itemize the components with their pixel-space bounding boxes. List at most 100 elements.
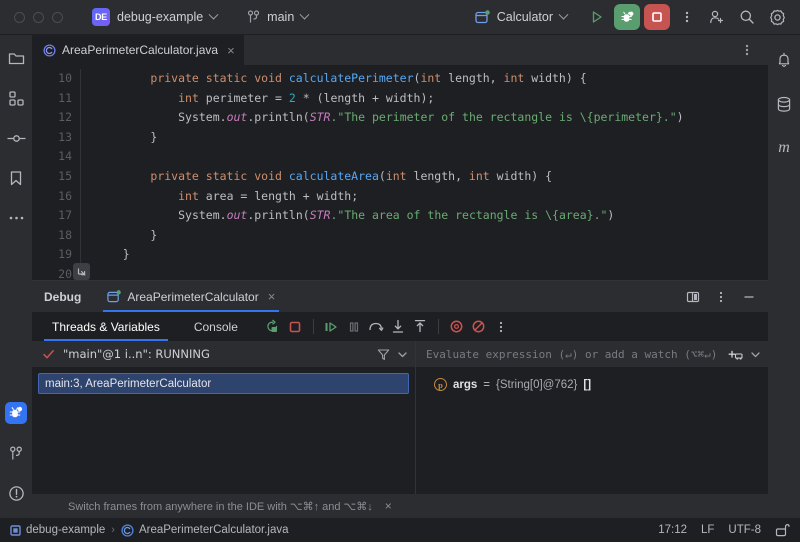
sidebar-item-structure[interactable] <box>5 87 27 109</box>
tab-threads-and-variables[interactable]: Threads & Variables <box>44 312 168 341</box>
breadcrumb-module[interactable]: debug-example <box>10 524 105 536</box>
stop-button[interactable] <box>644 4 670 30</box>
settings-icon[interactable] <box>764 4 790 30</box>
chevron-down-icon[interactable] <box>749 348 762 361</box>
maven-icon[interactable]: m <box>773 137 795 159</box>
step-over-button[interactable] <box>365 316 387 338</box>
debug-stop-button[interactable] <box>284 316 306 338</box>
frames-pane-actions <box>377 348 409 361</box>
frames-pane: "main"@1 i..n": RUNNING <box>32 341 416 494</box>
sidebar-item-problems[interactable] <box>5 482 27 504</box>
more-options-button[interactable] <box>674 4 700 30</box>
status-bar: debug-example › AreaPerimeterCalculator.… <box>0 518 800 542</box>
minimize-window-button[interactable] <box>33 12 44 23</box>
search-icon[interactable] <box>734 4 760 30</box>
run-button[interactable] <box>584 4 610 30</box>
close-icon[interactable]: × <box>227 44 235 57</box>
run-config-icon <box>107 290 121 304</box>
list-item[interactable]: p args = {String[0]@762} [] <box>416 373 768 391</box>
filter-icon[interactable] <box>377 348 390 361</box>
code-area: 101112131415161718192021 private static … <box>32 65 768 280</box>
branch-selector[interactable]: main <box>240 7 315 27</box>
frame-label: main:3, AreaPerimeterCalculator <box>45 378 211 390</box>
debug-toolbar: Threads & Variables Console <box>32 312 768 341</box>
step-into-button[interactable] <box>387 316 409 338</box>
add-user-icon[interactable] <box>704 4 730 30</box>
clock-time: 17:12 <box>658 524 687 536</box>
breadcrumb-module-label: debug-example <box>26 524 105 536</box>
unlocked-icon[interactable] <box>775 523 790 537</box>
breadcrumb-file-label: AreaPerimeterCalculator.java <box>139 524 289 536</box>
editor-tab-bar: AreaPerimeterCalculator.java × <box>32 35 768 65</box>
chevron-down-icon[interactable] <box>396 348 409 361</box>
line-number: 18 <box>32 226 72 246</box>
variable-extra: [] <box>583 379 591 391</box>
debug-toolbar-more-icon[interactable] <box>490 316 512 338</box>
line-number: 16 <box>32 187 72 207</box>
debug-header-actions <box>682 286 760 308</box>
thread-selector[interactable]: "main"@1 i..n": RUNNING <box>32 341 415 367</box>
pause-button[interactable] <box>343 316 365 338</box>
variables-list[interactable]: p args = {String[0]@762} [] <box>416 367 768 494</box>
frames-list[interactable]: main:3, AreaPerimeterCalculator <box>32 367 415 494</box>
debug-more-options-icon[interactable] <box>710 286 732 308</box>
close-window-button[interactable] <box>14 12 25 23</box>
sidebar-item-debug[interactable] <box>5 402 27 424</box>
line-separator-indicator[interactable]: LF <box>701 524 714 536</box>
breadcrumb-separator: › <box>111 524 115 536</box>
resume-button[interactable] <box>321 316 343 338</box>
code-lines: private static void calculatePerimeter(i… <box>81 69 768 280</box>
mute-breakpoints-button[interactable] <box>446 316 468 338</box>
editor-tab-label: AreaPerimeterCalculator.java <box>62 43 218 57</box>
editor-more-options-icon[interactable] <box>734 37 760 63</box>
editor-tab-areaperimetercalculator[interactable]: AreaPerimeterCalculator.java × <box>32 35 244 65</box>
line-number-gutter: 101112131415161718192021 <box>32 69 80 280</box>
code-line <box>95 147 768 167</box>
debug-button[interactable] <box>614 4 640 30</box>
add-watch-icon[interactable] <box>728 347 743 361</box>
hint-text: Switch frames from anywhere in the IDE w… <box>68 500 373 513</box>
title-bar-actions: Calculator <box>468 4 790 30</box>
ide-window: DE debug-example main <box>0 0 800 542</box>
close-icon[interactable]: × <box>268 290 276 303</box>
project-name: debug-example <box>117 10 203 24</box>
chevron-down-icon <box>209 9 219 19</box>
evaluate-expression-bar[interactable]: Evaluate expression (↵) or add a watch (… <box>416 341 768 367</box>
step-out-button[interactable] <box>409 316 431 338</box>
database-icon[interactable] <box>773 93 795 115</box>
code-editor[interactable]: 101112131415161718192021 private static … <box>32 65 768 280</box>
sidebar-item-bookmarks[interactable] <box>5 167 27 189</box>
minimize-icon[interactable] <box>738 286 760 308</box>
sidebar-item-version-control[interactable] <box>5 442 27 464</box>
tab-console[interactable]: Console <box>186 312 246 341</box>
run-config-selector[interactable]: Calculator <box>468 7 574 28</box>
line-number: 17 <box>32 206 72 226</box>
debug-session-tab[interactable]: AreaPerimeterCalculator × <box>103 281 279 312</box>
sidebar-item-commit[interactable] <box>5 127 27 149</box>
view-breakpoints-button[interactable] <box>468 316 490 338</box>
layout-settings-icon[interactable] <box>682 286 704 308</box>
more-horizontal-icon[interactable] <box>5 207 27 229</box>
rerun-button[interactable] <box>262 316 284 338</box>
main-body: AreaPerimeterCalculator.java × 101112131… <box>0 35 800 518</box>
code-line: private static void calculateArea(int le… <box>95 167 768 187</box>
close-icon[interactable]: × <box>385 499 392 513</box>
notifications-bell-icon[interactable] <box>773 49 795 71</box>
project-selector[interactable]: DE debug-example <box>85 5 224 29</box>
run-config-icon <box>475 10 490 25</box>
breadcrumb-file[interactable]: AreaPerimeterCalculator.java <box>121 524 289 537</box>
window-controls <box>14 12 63 23</box>
code-line: int perimeter = 2 * (length + width); <box>95 89 768 109</box>
debug-split-view: "main"@1 i..n": RUNNING <box>32 341 768 494</box>
sidebar-item-project[interactable] <box>5 47 27 69</box>
chevron-down-icon <box>300 9 310 19</box>
list-item[interactable]: main:3, AreaPerimeterCalculator <box>38 373 409 394</box>
run-to-cursor-icon[interactable] <box>73 263 90 280</box>
debug-session-tab-label: AreaPerimeterCalculator <box>127 290 258 304</box>
encoding-indicator[interactable]: UTF-8 <box>728 524 761 536</box>
evaluate-expression-placeholder: Evaluate expression (↵) or add a watch (… <box>426 348 717 361</box>
line-number: 12 <box>32 108 72 128</box>
toolbar-separator <box>438 319 439 334</box>
java-class-icon <box>43 44 56 57</box>
maximize-window-button[interactable] <box>52 12 63 23</box>
